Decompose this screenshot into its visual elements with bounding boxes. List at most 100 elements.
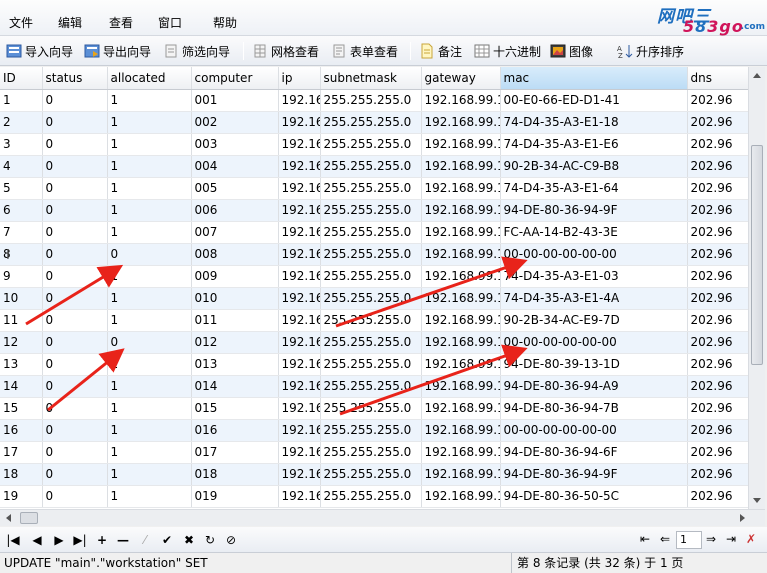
table-cell-ip[interactable]: 192.16	[278, 265, 321, 288]
table-cell-computer[interactable]: 002	[191, 111, 279, 134]
table-cell-ip[interactable]: 192.16	[278, 199, 321, 222]
table-cell-mac[interactable]: 74-D4-35-A3-E1-03	[500, 265, 688, 288]
table-cell-ip[interactable]: 192.16	[278, 419, 321, 442]
scroll-up-icon[interactable]	[753, 73, 761, 78]
table-cell-ID[interactable]: 16	[0, 419, 43, 442]
table-cell-ID[interactable]: 17	[0, 441, 43, 464]
table-cell-mac[interactable]: 94-DE-80-36-94-9F	[500, 463, 688, 486]
table-cell-ip[interactable]: 192.16	[278, 133, 321, 156]
table-cell-gateway[interactable]: 192.168.99.1	[421, 111, 501, 134]
column-header-computer[interactable]: computer	[191, 67, 279, 90]
horizontal-scrollbar[interactable]	[0, 509, 765, 526]
table-cell-ip[interactable]: 192.16	[278, 463, 321, 486]
table-row[interactable]: 10 0 1 010 192.16 255.255.255.0 192.168.99.1 74…	[0, 287, 748, 310]
table-cell-computer[interactable]: 007	[191, 221, 279, 244]
column-header-status[interactable]: status	[42, 67, 108, 90]
table-cell-subnetmask[interactable]: 255.255.255.0	[320, 419, 422, 442]
stop-icon[interactable]: ⊘	[224, 533, 238, 547]
table-cell-status[interactable]: 0	[42, 287, 108, 310]
table-cell-allocated[interactable]: 1	[107, 265, 192, 288]
table-cell-gateway[interactable]: 192.168.99.1	[421, 287, 501, 310]
table-row[interactable]: 9 0 1 009 192.16 255.255.255.0 192.168.99.1 74-…	[0, 265, 748, 288]
table-cell-ID[interactable]: 4	[0, 155, 43, 178]
image-button[interactable]: 图像	[550, 40, 593, 62]
menu-help[interactable]: 帮助	[213, 14, 237, 31]
table-cell-gateway[interactable]: 192.168.99.1	[421, 419, 501, 442]
table-cell-mac[interactable]: 94-DE-80-36-50-5C	[500, 485, 688, 508]
table-cell-computer[interactable]: 014	[191, 375, 279, 398]
table-cell-mac[interactable]: 94-DE-80-36-94-6F	[500, 441, 688, 464]
horizontal-scroll-thumb[interactable]	[20, 512, 38, 524]
table-cell-gateway[interactable]: 192.168.99.1	[421, 243, 501, 266]
table-cell-allocated[interactable]: 1	[107, 485, 192, 508]
table-cell-subnetmask[interactable]: 255.255.255.0	[320, 155, 422, 178]
table-cell-computer[interactable]: 012	[191, 331, 279, 354]
table-cell-ID[interactable]: 1	[0, 89, 43, 112]
table-cell-computer[interactable]: 001	[191, 89, 279, 112]
table-cell-subnetmask[interactable]: 255.255.255.0	[320, 89, 422, 112]
table-cell-ID[interactable]: 10	[0, 287, 43, 310]
table-row[interactable]: 6 0 1 006 192.16 255.255.255.0 192.168.99.1 94-…	[0, 199, 748, 222]
table-cell-allocated[interactable]: 1	[107, 419, 192, 442]
table-cell-status[interactable]: 0	[42, 89, 108, 112]
table-cell-ip[interactable]: 192.16	[278, 309, 321, 332]
table-cell-allocated[interactable]: 1	[107, 309, 192, 332]
table-cell-computer[interactable]: 016	[191, 419, 279, 442]
table-cell-ID[interactable]: 6	[0, 199, 43, 222]
table-cell-mac[interactable]: 94-DE-80-36-94-9F	[500, 199, 688, 222]
table-row[interactable]: 5 0 1 005 192.16 255.255.255.0 192.168.99.1 74-…	[0, 177, 748, 200]
table-cell-status[interactable]: 0	[42, 243, 108, 266]
table-cell-mac[interactable]: 74-D4-35-A3-E1-4A	[500, 287, 688, 310]
prev-page-icon[interactable]: ⇐	[660, 532, 670, 546]
table-cell-status[interactable]: 0	[42, 221, 108, 244]
table-cell-subnetmask[interactable]: 255.255.255.0	[320, 177, 422, 200]
table-cell-allocated[interactable]: 1	[107, 375, 192, 398]
table-cell-allocated[interactable]: 1	[107, 199, 192, 222]
table-cell-allocated[interactable]: 1	[107, 463, 192, 486]
table-cell-gateway[interactable]: 192.168.99.1	[421, 397, 501, 420]
table-cell-mac[interactable]: 00-00-00-00-00-00	[500, 331, 688, 354]
table-cell-status[interactable]: 0	[42, 331, 108, 354]
column-header-gateway[interactable]: gateway	[421, 67, 501, 90]
table-cell-subnetmask[interactable]: 255.255.255.0	[320, 287, 422, 310]
table-cell-subnetmask[interactable]: 255.255.255.0	[320, 463, 422, 486]
table-cell-ID[interactable]: 3	[0, 133, 43, 156]
table-cell-gateway[interactable]: 192.168.99.1	[421, 441, 501, 464]
menu-edit[interactable]: 编辑	[58, 14, 82, 31]
memo-button[interactable]: 备注	[419, 40, 462, 62]
table-cell-status[interactable]: 0	[42, 199, 108, 222]
table-row[interactable]: 8 0 0 008 192.16 255.255.255.0 192.168.99.1 00-…	[0, 243, 748, 266]
table-cell-subnetmask[interactable]: 255.255.255.0	[320, 265, 422, 288]
table-cell-ip[interactable]: 192.16	[278, 287, 321, 310]
apply-changes-icon[interactable]: ✔	[160, 533, 174, 547]
table-cell-subnetmask[interactable]: 255.255.255.0	[320, 111, 422, 134]
sort-ascending-button[interactable]: AZ 升序排序	[617, 40, 684, 62]
table-cell-subnetmask[interactable]: 255.255.255.0	[320, 221, 422, 244]
table-cell-ID[interactable]: 13	[0, 353, 43, 376]
table-cell-gateway[interactable]: 192.168.99.1	[421, 177, 501, 200]
table-row[interactable]: 16 0 1 016 192.16 255.255.255.0 192.168.99.1 00…	[0, 419, 748, 442]
table-cell-gateway[interactable]: 192.168.99.1	[421, 265, 501, 288]
table-cell-allocated[interactable]: 1	[107, 287, 192, 310]
table-cell-gateway[interactable]: 192.168.99.1	[421, 353, 501, 376]
table-cell-mac[interactable]: 00-00-00-00-00-00	[500, 243, 688, 266]
table-cell-ip[interactable]: 192.16	[278, 177, 321, 200]
table-cell-ip[interactable]: 192.16	[278, 243, 321, 266]
table-cell-dns[interactable]: 202.96	[687, 419, 748, 442]
table-cell-status[interactable]: 0	[42, 397, 108, 420]
table-cell-allocated[interactable]: 0	[107, 331, 192, 354]
table-cell-mac[interactable]: 90-2B-34-AC-C9-B8	[500, 155, 688, 178]
table-cell-ID[interactable]: 11	[0, 309, 43, 332]
table-cell-ID[interactable]: 9	[0, 265, 43, 288]
table-cell-dns[interactable]: 202.96	[687, 155, 748, 178]
table-row[interactable]: 17 0 1 017 192.16 255.255.255.0 192.168.99.1 94…	[0, 441, 748, 464]
table-row[interactable]: 18 0 1 018 192.16 255.255.255.0 192.168.99.1 94…	[0, 463, 748, 486]
table-cell-mac[interactable]: 94-DE-80-36-94-7B	[500, 397, 688, 420]
table-cell-computer[interactable]: 010	[191, 287, 279, 310]
table-cell-computer[interactable]: 013	[191, 353, 279, 376]
import-wizard-button[interactable]: 导入向导	[6, 40, 73, 62]
table-row[interactable]: 13 0 1 013 192.16 255.255.255.0 192.168.99.1 94…	[0, 353, 748, 376]
menu-window[interactable]: 窗口	[158, 14, 182, 31]
table-cell-allocated[interactable]: 1	[107, 441, 192, 464]
tools-icon[interactable]: ✗	[746, 532, 756, 546]
